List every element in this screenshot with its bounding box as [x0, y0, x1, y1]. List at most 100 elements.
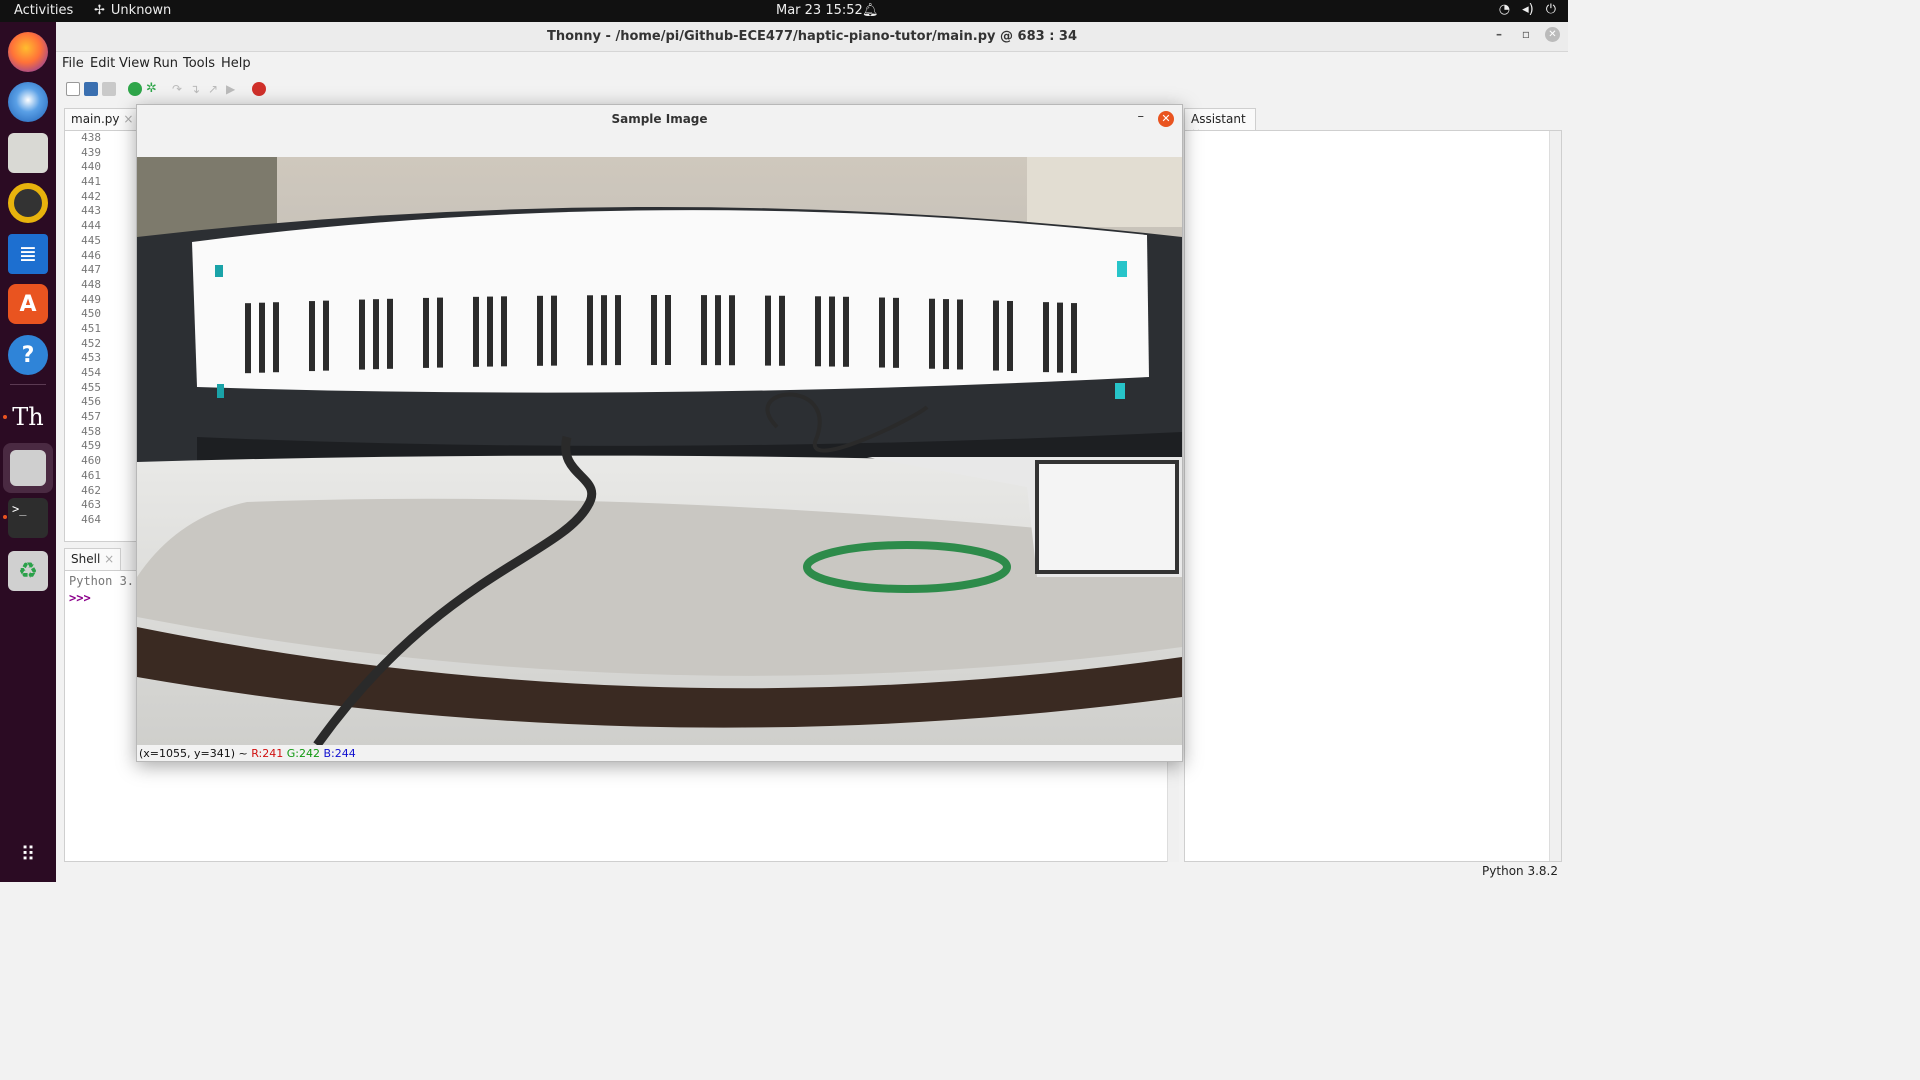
close-icon[interactable]: ✕	[1545, 27, 1560, 42]
thunderbird-icon[interactable]	[8, 82, 48, 122]
line-number: 458	[81, 424, 101, 438]
line-number: 440	[81, 160, 101, 174]
black-key	[601, 295, 607, 366]
black-key	[701, 295, 707, 366]
black-key	[551, 295, 557, 366]
black-key	[615, 295, 621, 366]
code-editor[interactable]: 438 439 440 441 442 443 444 445 446 447 448 449 450 4…	[64, 130, 137, 542]
camera-image[interactable]	[137, 157, 1182, 745]
help-icon[interactable]: ?	[8, 335, 48, 375]
minimize-icon[interactable]: –	[1138, 109, 1145, 124]
black-key	[1057, 302, 1063, 373]
image-window-titlebar[interactable]: Sample Image – ✕	[137, 105, 1182, 133]
close-icon[interactable]: ✕	[1158, 111, 1174, 127]
dock: ≣ A ? Th >_ ♻ ⠿	[0, 22, 56, 882]
shell-tabs: Shell ×	[64, 548, 144, 570]
menu-run[interactable]: Run	[153, 56, 178, 71]
black-key	[943, 299, 949, 370]
tab-close-icon[interactable]: ×	[123, 112, 133, 126]
black-key	[929, 298, 935, 369]
show-apps-icon[interactable]: ⠿	[8, 834, 48, 874]
line-number: 461	[81, 468, 101, 482]
line-number: 439	[81, 145, 101, 159]
black-key	[715, 295, 721, 366]
menu-file[interactable]: File	[62, 56, 84, 71]
black-key	[587, 295, 593, 366]
writer-icon[interactable]: ≣	[8, 234, 48, 274]
window-titlebar[interactable]: Thonny - /home/pi/Github-ECE477/haptic-p…	[56, 22, 1568, 52]
line-number: 460	[81, 454, 101, 468]
clock[interactable]: Mar 23 15:52	[776, 3, 863, 18]
network-indicator[interactable]: ✢ Unknown	[94, 3, 171, 18]
line-number: 452	[81, 336, 101, 350]
tab-main-py[interactable]: main.py ×	[64, 108, 141, 130]
tab-label: Shell	[71, 552, 101, 566]
resume-icon[interactable]: ▶	[226, 82, 240, 96]
wifi-icon: ◔	[1498, 2, 1511, 17]
maximize-icon[interactable]: ▫	[1522, 27, 1530, 41]
line-number: 451	[81, 321, 101, 335]
notification-bell-icon: 🔔︎	[862, 3, 879, 18]
tab-assistant[interactable]: Assistant ×	[1184, 108, 1256, 140]
black-key	[1007, 300, 1013, 371]
pixel-coords: (x=1055, y=341) ~	[139, 747, 248, 760]
editor-tabs: main.py ×	[64, 108, 144, 130]
run-icon[interactable]	[128, 82, 142, 96]
menu-edit[interactable]: Edit	[90, 56, 115, 71]
piano-keyboard-photo	[137, 157, 1182, 745]
tab-label: Assistant	[1191, 112, 1246, 126]
assistant-panel[interactable]	[1184, 130, 1562, 862]
black-key	[815, 296, 821, 367]
minimize-icon[interactable]: –	[1496, 27, 1502, 41]
firefox-icon[interactable]	[8, 32, 48, 72]
step-out-icon[interactable]: ↗	[208, 82, 222, 96]
files-icon[interactable]	[8, 133, 48, 173]
black-key	[309, 301, 315, 372]
top-bar: Activities ✢ Unknown Mar 23 15:52 🔔︎ ◔ ◂…	[0, 0, 1568, 22]
step-into-icon[interactable]: ↴	[190, 82, 204, 96]
assistant-scrollbar[interactable]	[1549, 131, 1561, 861]
save-file-icon[interactable]	[102, 82, 116, 96]
open-file-icon[interactable]	[84, 82, 98, 96]
terminal-icon[interactable]: >_	[8, 498, 48, 538]
trash-icon[interactable]: ♻	[8, 551, 48, 591]
debug-icon[interactable]: ✲	[146, 82, 160, 96]
black-key	[829, 296, 835, 367]
image-window-title: Sample Image	[611, 112, 708, 126]
black-key	[957, 299, 963, 370]
line-number: 464	[81, 512, 101, 526]
line-number: 441	[81, 175, 101, 189]
line-number: 448	[81, 277, 101, 291]
black-key	[879, 297, 885, 368]
stop-icon[interactable]	[252, 82, 266, 96]
tab-close-icon[interactable]: ×	[104, 552, 114, 566]
rhythmbox-icon[interactable]	[8, 183, 48, 223]
black-key	[665, 295, 671, 366]
menu-tools[interactable]: Tools	[183, 56, 215, 71]
sample-image-window[interactable]: Sample Image – ✕ (x=1055, y=341) ~ R:241…	[136, 104, 1183, 762]
new-file-icon[interactable]	[66, 82, 80, 96]
app-center-icon[interactable]: A	[8, 284, 48, 324]
activities-button[interactable]: Activities	[14, 3, 73, 18]
pixel-green: G:242	[286, 747, 320, 760]
step-over-icon[interactable]: ↷	[172, 82, 186, 96]
line-number: 438	[81, 131, 101, 144]
line-number: 450	[81, 307, 101, 321]
black-key	[843, 296, 849, 367]
black-key	[729, 295, 735, 366]
black-key	[1043, 302, 1049, 373]
menu-view[interactable]: View	[119, 56, 150, 71]
menu-help[interactable]: Help	[221, 56, 251, 71]
black-key	[779, 295, 785, 366]
tab-shell[interactable]: Shell ×	[64, 548, 122, 570]
black-key	[893, 297, 899, 368]
line-number: 454	[81, 366, 101, 379]
system-tray[interactable]: ◔ ◂) ⏻	[1499, 2, 1556, 17]
python-version-status[interactable]: Python 3.8.2	[1482, 864, 1558, 878]
line-number: 446	[81, 248, 101, 262]
network-label: Unknown	[110, 3, 172, 18]
line-number: 445	[81, 233, 101, 247]
thonny-icon[interactable]: Th	[8, 397, 48, 437]
image-viewer-icon[interactable]	[3, 443, 53, 493]
line-number: 456	[81, 395, 101, 409]
